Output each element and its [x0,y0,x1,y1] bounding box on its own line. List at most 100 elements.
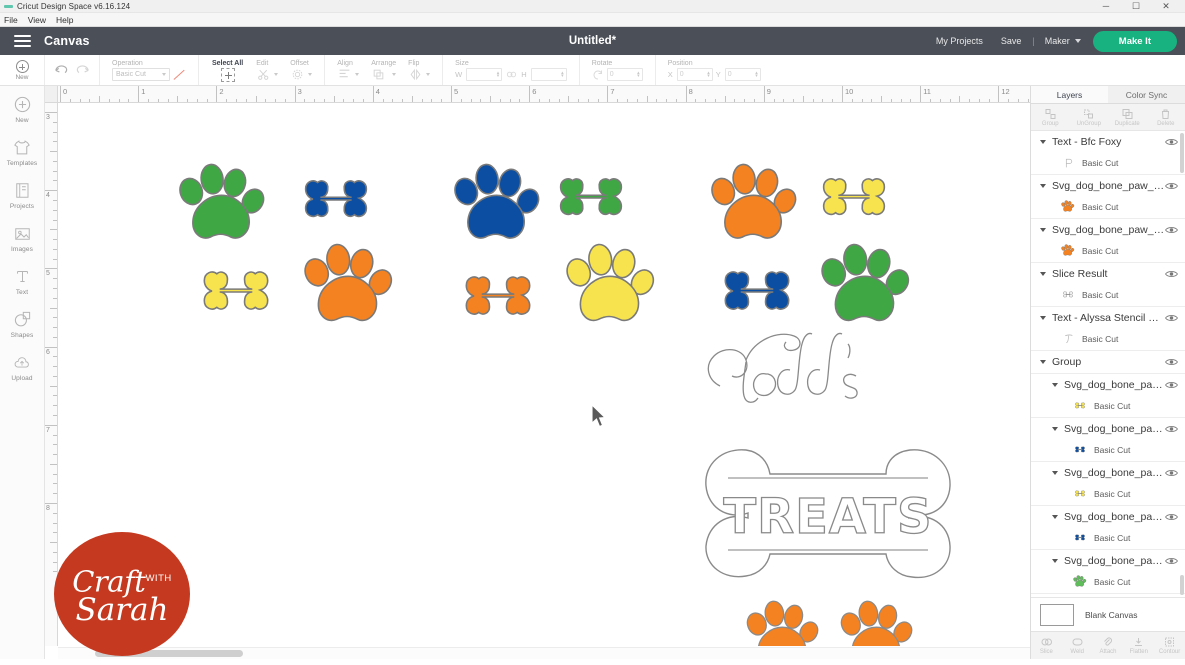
canvas-orange-bone[interactable] [465,276,531,315]
chevron-down-icon[interactable] [1040,140,1046,144]
my-projects-link[interactable]: My Projects [927,36,992,46]
text-p-glyph-icon[interactable] [1061,156,1075,170]
stepper-icon[interactable]: ▴ ▾ [561,70,564,78]
visibility-eye-icon[interactable] [1165,424,1178,434]
stepper-icon[interactable]: ▴ ▾ [497,70,500,78]
stepper-icon[interactable]: ▴ ▾ [637,70,640,78]
paw-icon[interactable] [1061,243,1075,258]
bone-icon[interactable] [1073,443,1087,457]
layer-sublayer-row[interactable]: Basic Cut [1031,572,1185,593]
chevron-down-icon[interactable] [1040,228,1046,232]
weld-button[interactable]: Weld [1062,636,1093,655]
layer-row[interactable]: Svg_dog_bone_pa… [1031,374,1185,396]
canvas-area[interactable]: 0 1 2 3 4 5 6 7 8 9 10 11 12 345678 TREA… [45,86,1030,659]
layer-sublayer-row[interactable]: Basic Cut [1031,241,1185,262]
layer-row[interactable]: Svg_dog_bone_pa… [1031,418,1185,440]
visibility-eye-icon[interactable] [1165,225,1178,235]
slice-button[interactable]: Slice [1031,636,1062,655]
machine-selector[interactable]: Maker [1037,36,1089,46]
visibility-eye-icon[interactable] [1165,468,1178,478]
canvas-yellow-bone[interactable] [822,178,886,216]
sidebar-item-upload[interactable]: Upload [0,352,44,382]
maximize-button[interactable]: ☐ [1121,1,1151,12]
blank-canvas-row[interactable]: Blank Canvas [1031,597,1185,631]
layer-sublayer-row[interactable]: Basic Cut [1031,329,1185,350]
menu-help[interactable]: Help [56,15,73,25]
canvas-orange-paw[interactable] [707,162,801,239]
visibility-eye-icon[interactable] [1165,512,1178,522]
chevron-down-icon[interactable] [1040,316,1046,320]
sidebar-item-templates[interactable]: Templates [0,137,44,167]
canvas-yellow-bone[interactable] [203,271,269,310]
tab-layers[interactable]: Layers [1031,86,1108,103]
visibility-eye-icon[interactable] [1165,556,1178,566]
layer-scroll-thumb-top[interactable] [1180,133,1184,173]
layer-row[interactable]: Text - Bfc Foxy [1031,131,1185,153]
delete-button[interactable]: Delete [1147,108,1185,127]
layer-scroll-thumb-bottom[interactable] [1180,575,1184,595]
menu-view[interactable]: View [28,15,46,25]
blank-canvas-swatch[interactable] [1040,603,1074,626]
canvas-green-paw[interactable] [175,162,269,239]
layer-row[interactable]: Svg_dog_bone_paw_c… [1031,219,1185,241]
ungroup-button[interactable]: UnGroup [1070,108,1109,127]
sidebar-item-text[interactable]: Text [0,266,44,296]
stepper-icon[interactable]: ▴ ▾ [755,70,758,78]
layer-row[interactable]: Group [1031,351,1185,373]
flip-button[interactable]: Flip [402,55,436,85]
canvas-blue-bone[interactable] [304,180,368,218]
pen-color-icon[interactable] [173,68,186,81]
bone-icon[interactable] [1073,531,1087,545]
visibility-eye-icon[interactable] [1165,181,1178,191]
close-button[interactable]: ✕ [1151,1,1181,12]
layer-row[interactable]: Svg_dog_bone_paw_c… [1031,175,1185,197]
layer-row[interactable]: Svg_dog_bone_pa… [1031,594,1185,597]
duplicate-button[interactable]: Duplicate [1108,108,1147,127]
paw-icon[interactable] [1073,574,1087,589]
arrange-button[interactable]: Arrange [365,55,402,85]
sidebar-item-shapes[interactable]: Shapes [0,309,44,339]
layer-sublayer-row[interactable]: Basic Cut [1031,396,1185,417]
undo-icon[interactable] [53,62,70,79]
layer-row[interactable]: Svg_dog_bone_pa… [1031,506,1185,528]
bone-icon[interactable] [1073,487,1087,501]
pos-x-input[interactable]: 0 ▴ ▾ [676,68,713,81]
ribbon-new-button[interactable]: New [0,55,45,85]
rotate-input[interactable]: 0 ▴ ▾ [606,68,643,81]
layer-sublayer-row[interactable]: Basic Cut [1031,153,1185,174]
flatten-button[interactable]: Flatten [1123,636,1154,655]
canvas-green-bone[interactable] [559,178,623,216]
menu-toggle-button[interactable] [0,35,44,47]
make-it-button[interactable]: Make It [1092,30,1177,52]
stepper-icon[interactable]: ▴ ▾ [707,70,710,78]
bone-icon[interactable] [1073,399,1087,413]
canvas-green-paw[interactable] [817,242,914,322]
minimize-button[interactable]: ─ [1091,1,1121,12]
layer-row[interactable]: Text - Alyssa Stencil S… [1031,307,1185,329]
menu-file[interactable]: File [4,15,18,25]
layer-sublayer-row[interactable]: Basic Cut [1031,440,1185,461]
chevron-down-icon[interactable] [1052,471,1058,475]
canvas-blue-bone[interactable] [724,271,790,310]
layer-row[interactable]: Svg_dog_bone_pa… [1031,550,1185,572]
pos-y-input[interactable]: 0 ▴ ▾ [724,68,761,81]
visibility-eye-icon[interactable] [1165,380,1178,390]
contour-button[interactable]: Contour [1154,636,1185,655]
sidebar-item-images[interactable]: Images [0,223,44,253]
horizontal-scrollbar[interactable] [58,647,1030,659]
sidebar-item-new[interactable]: New [0,94,44,124]
save-button[interactable]: Save [992,36,1031,46]
canvas-yellow-paw[interactable] [562,242,659,322]
layer-list[interactable]: Text - Bfc Foxy Basic Cut Svg_dog_bone_paw… [1031,131,1185,597]
canvas-orange-paw[interactable] [300,242,397,322]
visibility-eye-icon[interactable] [1165,269,1178,279]
text-t-glyph-icon[interactable] [1061,332,1075,346]
visibility-eye-icon[interactable] [1165,313,1178,323]
layer-row[interactable]: Svg_dog_bone_pa… [1031,462,1185,484]
visibility-eye-icon[interactable] [1165,137,1178,147]
canvas-blue-paw[interactable] [450,162,544,239]
chevron-down-icon[interactable] [1040,360,1046,364]
chevron-down-icon[interactable] [1040,184,1046,188]
redo-icon[interactable] [74,62,91,79]
chevron-down-icon[interactable] [1052,383,1058,387]
